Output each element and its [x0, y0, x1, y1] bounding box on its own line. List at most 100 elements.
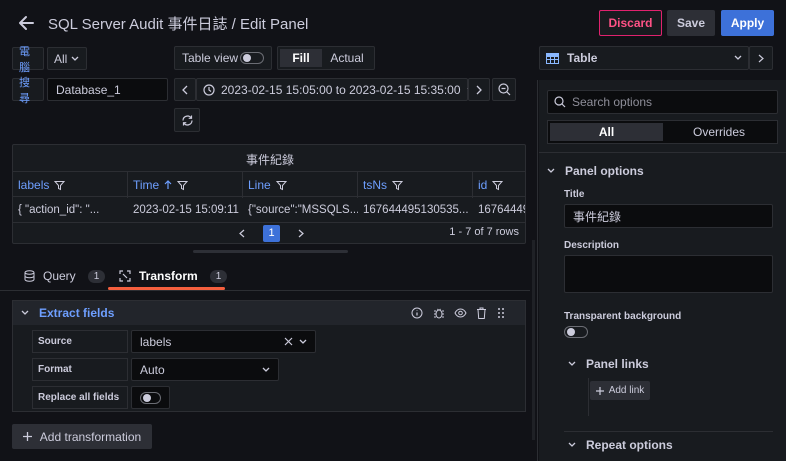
time-forward-button[interactable]	[468, 78, 490, 101]
back-arrow-icon[interactable]	[16, 13, 36, 33]
apply-button[interactable]: Apply	[721, 10, 774, 36]
drag-handle-icon[interactable]	[497, 307, 505, 319]
refresh-button[interactable]	[174, 108, 200, 132]
splitter-handle[interactable]	[193, 250, 348, 253]
replace-all-switch-box	[131, 386, 170, 409]
cell-id: 16764449	[478, 204, 526, 216]
visualization-picker[interactable]: Table	[539, 46, 749, 70]
info-icon[interactable]	[411, 307, 423, 319]
trash-icon[interactable]	[476, 307, 487, 319]
repeat-divider	[564, 431, 773, 432]
cell-tsns: 167644495130535...	[363, 204, 469, 216]
table-icon	[546, 52, 559, 64]
table-header: labels Time Line tsNs id	[13, 171, 525, 198]
plus-icon	[595, 386, 604, 395]
fill-option[interactable]: Fill	[280, 49, 322, 67]
row-count: 1 - 7 of 7 rows	[449, 226, 519, 238]
table-view-toggle-group[interactable]: Table view	[174, 46, 272, 70]
collapse-options-button[interactable]	[749, 46, 773, 70]
source-select[interactable]: labels	[131, 330, 316, 353]
clear-icon[interactable]	[284, 337, 293, 346]
time-range-value: 2023-02-15 15:05:00 to 2023-02-15 15:35:…	[221, 82, 461, 97]
discard-button[interactable]: Discard	[599, 10, 662, 36]
prev-page-icon[interactable]	[233, 229, 251, 238]
table-view-switch[interactable]	[240, 52, 264, 64]
vertical-splitter[interactable]	[532, 240, 535, 440]
right-pane-divider	[537, 80, 538, 461]
column-header-id[interactable]: id	[473, 172, 525, 198]
chevron-right-icon	[476, 85, 482, 95]
time-back-button[interactable]	[174, 78, 196, 101]
tab-query-label: Query	[43, 269, 76, 283]
format-label: Format	[32, 358, 128, 381]
add-transformation-label: Add transformation	[39, 429, 142, 444]
options-divider	[539, 152, 786, 153]
replace-all-switch[interactable]	[140, 391, 161, 404]
chevron-down-icon	[568, 361, 576, 367]
panel-links-label: Panel links	[586, 357, 649, 371]
chevron-down-icon	[734, 55, 742, 61]
panel-links-guide	[588, 378, 589, 416]
add-link-button[interactable]: Add link	[590, 381, 650, 400]
search-options-input[interactable]: Search options	[547, 90, 778, 114]
time-range-picker[interactable]: 2023-02-15 15:05:00 to 2023-02-15 15:35:…	[196, 78, 474, 101]
chevron-down-icon[interactable]	[21, 310, 29, 316]
page-title: SQL Server Audit 事件日誌 / Edit Panel	[48, 16, 309, 33]
chevron-down-icon	[299, 339, 307, 345]
sort-ascending-icon	[164, 180, 172, 190]
column-header-tsns[interactable]: tsNs	[358, 172, 473, 198]
transparent-switch[interactable]	[564, 326, 588, 338]
next-page-icon[interactable]	[292, 229, 310, 238]
current-page-button[interactable]: 1	[263, 224, 280, 242]
format-select[interactable]: Auto	[131, 358, 279, 381]
add-link-label: Add link	[608, 385, 645, 396]
debug-icon[interactable]	[433, 307, 445, 319]
column-header-labels[interactable]: labels	[13, 172, 128, 198]
refresh-icon	[181, 114, 194, 127]
cell-time: 2023-02-15 15:09:11	[133, 204, 239, 216]
search-variable-label: 搜尋	[12, 77, 44, 105]
computer-variable-select[interactable]: All	[47, 47, 87, 70]
tab-transform[interactable]: Transform 1	[119, 265, 228, 287]
column-header-time[interactable]: Time	[128, 172, 243, 198]
panel-links-header[interactable]: Panel links	[568, 357, 649, 371]
actual-option[interactable]: Actual	[322, 49, 372, 67]
zoom-out-button[interactable]	[492, 78, 516, 101]
chevron-down-icon	[262, 367, 270, 373]
zoom-out-icon	[497, 83, 511, 96]
filter-icon[interactable]	[392, 180, 403, 191]
overrides-option[interactable]: Overrides	[663, 123, 775, 141]
description-option-label: Description	[564, 240, 620, 251]
transformation-name: Extract fields	[39, 306, 115, 320]
table-row[interactable]: { "action_id": "... 2023-02-15 15:09:11 …	[13, 197, 526, 223]
plus-icon	[22, 432, 32, 441]
computer-variable-value: All	[54, 51, 68, 66]
save-button[interactable]: Save	[667, 10, 715, 36]
chevron-down-icon	[568, 442, 576, 448]
panel-title: 事件紀錄	[245, 153, 294, 167]
clock-icon	[203, 83, 215, 96]
add-transformation-button[interactable]: Add transformation	[12, 424, 152, 449]
eye-icon[interactable]	[454, 307, 467, 319]
column-header-line[interactable]: Line	[243, 172, 358, 198]
computer-variable-label: 電腦	[12, 46, 44, 74]
repeat-options-header[interactable]: Repeat options	[568, 438, 673, 452]
description-textarea[interactable]	[564, 255, 773, 293]
panel-options-label: Panel options	[565, 164, 644, 178]
search-variable-input[interactable]: Database_1	[47, 78, 168, 101]
filter-icon[interactable]	[492, 180, 504, 191]
source-label: Source	[32, 330, 128, 353]
filter-icon[interactable]	[177, 180, 189, 191]
panel-title-input[interactable]: 事件紀錄	[564, 204, 773, 228]
panel-options-header[interactable]: Panel options	[547, 164, 644, 178]
chevron-right-icon	[758, 54, 764, 63]
tab-query[interactable]: Query 1	[24, 265, 106, 287]
cell-labels: { "action_id": "...	[18, 204, 100, 216]
tabs-divider	[0, 290, 530, 291]
filter-icon[interactable]	[275, 180, 287, 191]
search-icon	[554, 96, 566, 108]
visualization-name: Table	[567, 51, 598, 65]
all-option[interactable]: All	[550, 123, 663, 141]
filter-icon[interactable]	[54, 180, 66, 191]
transformation-header[interactable]: Extract fields	[13, 301, 525, 325]
